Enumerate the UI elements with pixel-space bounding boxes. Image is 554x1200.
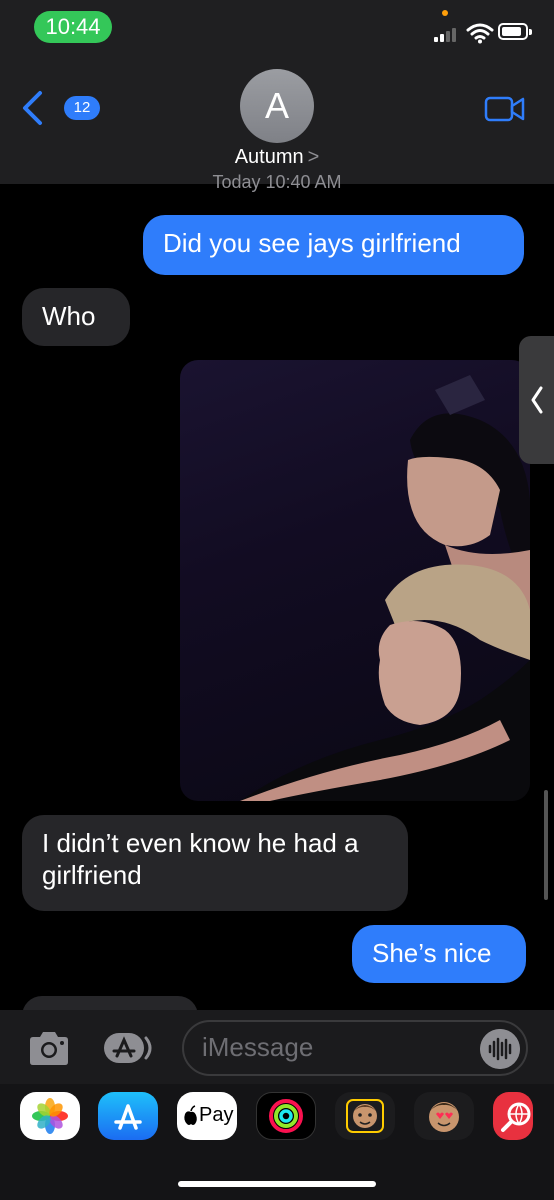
app-store-app-icon[interactable] — [98, 1092, 158, 1140]
photo-attachment[interactable] — [180, 360, 530, 801]
signal-icon — [434, 26, 462, 42]
message-bubble-sent[interactable]: She’s nice — [352, 925, 526, 983]
wifi-icon — [466, 23, 494, 44]
home-indicator[interactable] — [178, 1181, 376, 1187]
chevron-left-icon — [23, 91, 42, 125]
chevron-right-icon: > — [307, 146, 320, 168]
facetime-video-icon[interactable] — [484, 95, 526, 123]
message-bubble-received[interactable]: I didn’t even know he had a girlfriend — [22, 815, 408, 911]
message-timestamp: Today 10:40 AM — [212, 172, 342, 192]
activity-rings-icon — [269, 1099, 303, 1133]
side-drawer-handle[interactable] — [519, 336, 554, 464]
contact-avatar[interactable]: A — [240, 69, 314, 143]
web-image-search-app-icon[interactable] — [493, 1092, 533, 1140]
photos-icon — [32, 1098, 68, 1134]
app-store-apps-icon[interactable] — [102, 1030, 158, 1066]
contact-name-button[interactable]: Autumn > — [200, 146, 354, 172]
apple-pay-label: Pay — [199, 1104, 234, 1126]
chevron-left-icon — [531, 386, 543, 414]
scroll-indicator[interactable] — [544, 790, 548, 900]
back-button[interactable]: 12 — [20, 90, 100, 126]
memoji-stickers-app-icon[interactable] — [335, 1092, 395, 1140]
photos-app-icon[interactable] — [20, 1092, 80, 1140]
status-time: 10:44 — [34, 11, 112, 43]
message-bubble-sent[interactable]: Did you see jays girlfriend — [143, 215, 524, 275]
battery-icon — [498, 23, 532, 40]
search-globe-icon — [501, 1102, 531, 1132]
memoji-icon — [346, 1099, 384, 1133]
unread-count-badge: 12 — [64, 96, 100, 120]
app-store-icon — [114, 1104, 142, 1130]
memoji-heart-eyes-icon — [429, 1102, 459, 1132]
photo-image — [240, 375, 530, 801]
memoji-app-icon[interactable] — [414, 1092, 474, 1140]
activity-app-icon[interactable] — [256, 1092, 316, 1140]
message-bubble-received[interactable]: Who — [22, 288, 130, 346]
apple-pay-app-icon[interactable]: Pay — [177, 1092, 237, 1140]
camera-icon[interactable] — [26, 1030, 72, 1068]
message-input-field[interactable]: iMessage — [182, 1020, 528, 1076]
message-input-placeholder: iMessage — [202, 1032, 314, 1062]
privacy-indicator — [442, 10, 448, 16]
contact-name: Autumn — [234, 146, 304, 168]
audio-message-icon[interactable] — [480, 1029, 520, 1069]
